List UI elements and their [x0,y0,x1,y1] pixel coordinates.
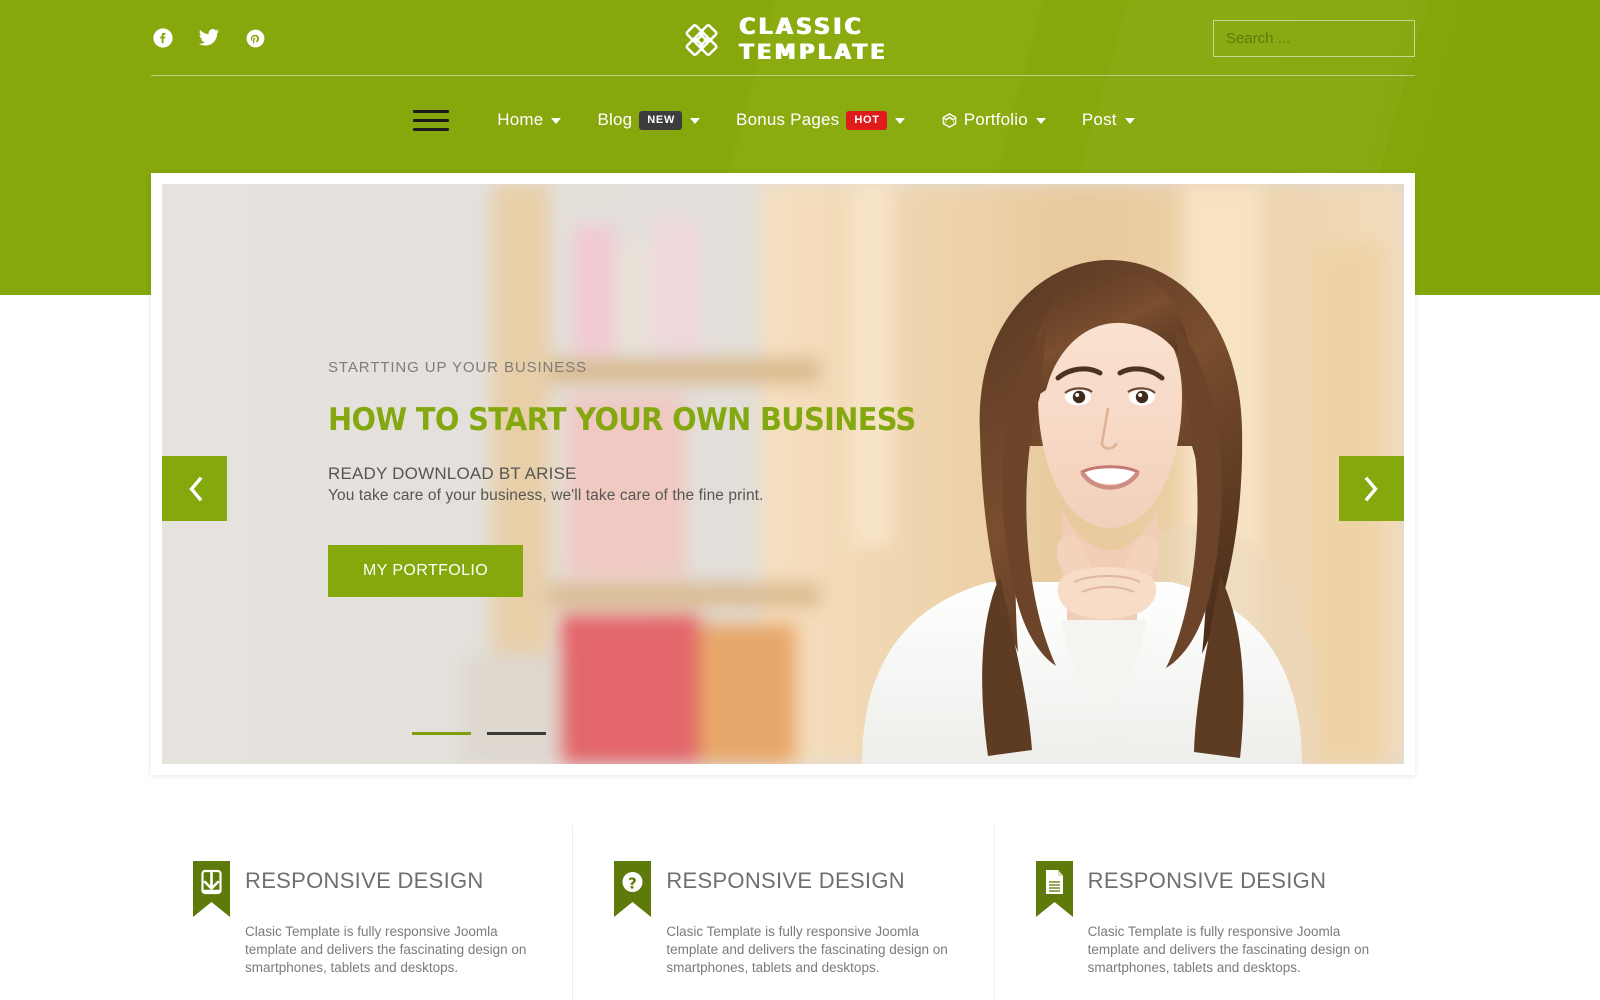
slider-prev-button[interactable] [162,456,227,521]
feature-header: ? RESPONSIVE DESIGN [614,856,951,917]
top-bar: CLASSIC TEMPLATE [151,0,1415,76]
hero-subtitle-2: You take care of your business, we'll ta… [328,487,764,504]
nav-label: Post [1081,110,1117,129]
logo-line-2: TEMPLATE [738,40,888,64]
slider-next-button[interactable] [1339,456,1404,521]
feature-card-2: ? RESPONSIVE DESIGN Clasic Template is f… [572,823,993,1000]
nav-label: Bonus Pages [736,110,840,129]
download-icon [193,861,230,917]
nav-inner: Home Blog NEW Bonus Pages HOT Portfolio … [413,100,1152,140]
nav-item-bonus-pages[interactable]: Bonus Pages HOT [718,100,923,140]
chevron-right-icon [1364,476,1378,501]
site-logo[interactable]: CLASSIC TEMPLATE [679,17,888,63]
feature-header: RESPONSIVE DESIGN [193,856,530,917]
slider-pagination-dot-2[interactable] [487,732,546,735]
hero-subtitle-1: READY DOWNLOAD BT ARISE [328,464,577,483]
pinterest-icon[interactable] [243,26,267,50]
chevron-down-icon [894,118,905,124]
hero-slider-frame: STARTTING UP YOUR BUSINESS HOW TO START … [151,173,1415,775]
nav-label: Portfolio [963,110,1028,129]
page-root: CLASSIC TEMPLATE Home [0,0,1600,1000]
feature-text: Clasic Template is fully responsive Joom… [245,924,527,975]
feature-title: RESPONSIVE DESIGN [1087,868,1327,893]
feature-text: Clasic Template is fully responsive Joom… [1087,924,1370,975]
slider-pagination-dot-1[interactable] [412,732,471,735]
nav-item-blog[interactable]: Blog NEW [579,100,718,140]
chevron-down-icon [551,118,562,124]
hero-caption: STARTTING UP YOUR BUSINESS HOW TO START … [328,359,916,597]
main-navigation: Home Blog NEW Bonus Pages HOT Portfolio … [151,76,1415,164]
facebook-icon[interactable] [151,26,175,50]
chevron-left-icon [188,476,202,501]
nav-item-post[interactable]: Post [1064,100,1153,140]
chevron-down-icon [1035,118,1046,124]
cube-icon [942,112,957,128]
logo-wordmark: CLASSIC TEMPLATE [739,17,888,63]
hamburger-menu-icon[interactable] [413,107,450,133]
feature-card-3: RESPONSIVE DESIGN Clasic Template is ful… [993,823,1415,1000]
nav-item-home[interactable]: Home [479,100,579,140]
feature-title: RESPONSIVE DESIGN [666,868,905,893]
feature-title: RESPONSIVE DESIGN [245,868,484,893]
logo-line-1: CLASSIC [738,15,864,40]
hero-slider: STARTTING UP YOUR BUSINESS HOW TO START … [162,184,1404,764]
nav-item-portfolio[interactable]: Portfolio [923,100,1064,140]
hero-title: HOW TO START YOUR OWN BUSINESS [328,402,916,438]
features-section: RESPONSIVE DESIGN Clasic Template is ful… [151,823,1415,1000]
nav-label: Blog [597,110,633,129]
slider-pagination [412,732,546,735]
svg-text:?: ? [628,875,637,893]
badge-hot: HOT [846,110,887,130]
twitter-icon[interactable] [197,26,221,50]
nav-label: Home [497,110,544,129]
chevron-down-icon [690,118,701,124]
feature-card-1: RESPONSIVE DESIGN Clasic Template is ful… [151,823,572,1000]
knot-logo-icon [685,24,718,56]
feature-header: RESPONSIVE DESIGN [1035,856,1373,917]
question-mark-icon: ? [614,861,652,917]
document-icon [1035,861,1073,917]
social-links [151,26,267,50]
chevron-down-icon [1124,118,1135,124]
badge-new: NEW [639,110,683,130]
search-input[interactable] [1213,20,1415,57]
search-box [1213,20,1415,57]
my-portfolio-button[interactable]: MY PORTFOLIO [328,545,524,597]
feature-text: Clasic Template is fully responsive Joom… [666,924,948,975]
hero-eyebrow: STARTTING UP YOUR BUSINESS [328,359,588,376]
